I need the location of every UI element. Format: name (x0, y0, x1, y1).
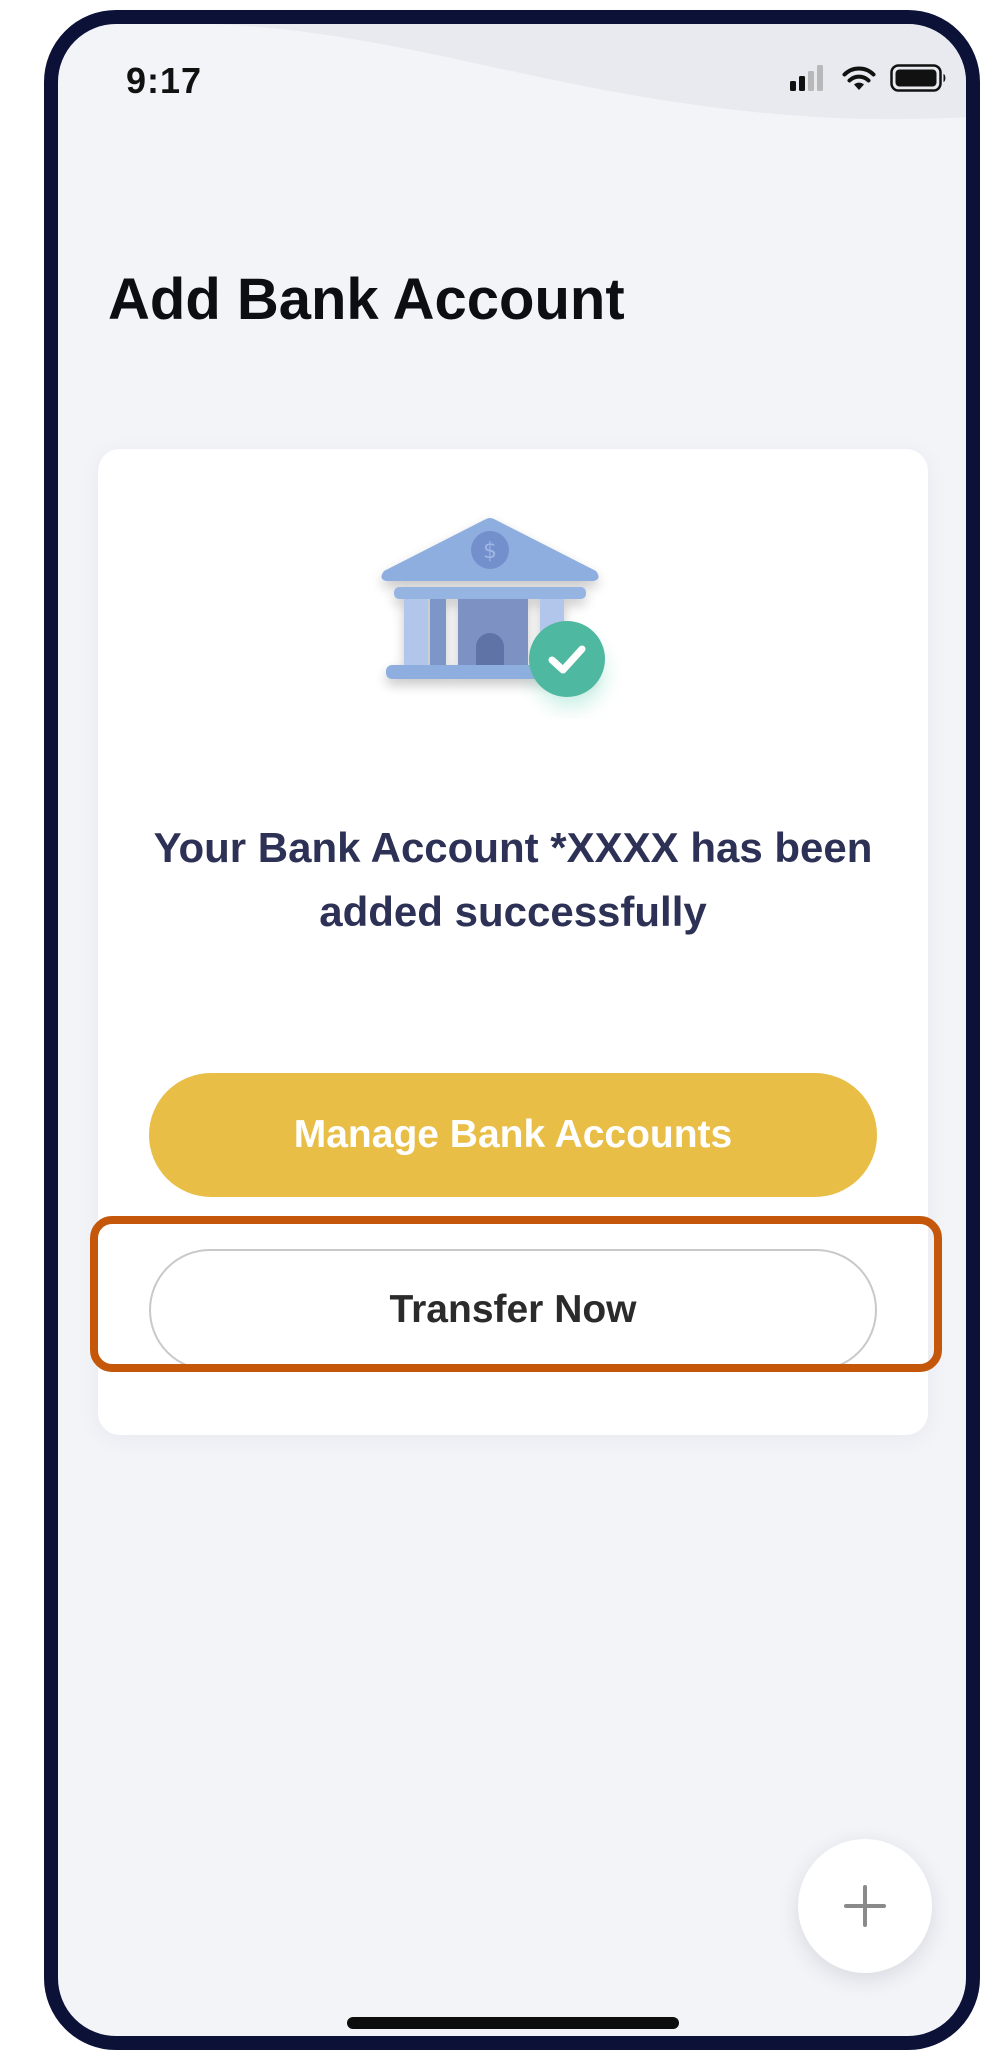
status-time: 9:17 (126, 60, 203, 101)
bank-with-checkmark-icon: $ (381, 518, 605, 707)
success-card: $ Your Bank Account *XXXX has been added… (98, 449, 928, 1435)
home-indicator (347, 2017, 679, 2029)
add-floating-button[interactable] (798, 1839, 932, 1973)
phone-frame: 9:17 Add Bank Account $ Your Bank Accoun… (44, 10, 980, 2050)
transfer-now-button[interactable]: Transfer Now (149, 1249, 877, 1371)
battery-icon (890, 64, 946, 92)
manage-bank-accounts-button[interactable]: Manage Bank Accounts (149, 1073, 877, 1197)
plus-icon (844, 1885, 886, 1927)
svg-text:$: $ (483, 539, 497, 564)
wifi-icon (842, 66, 876, 90)
page-title: Add Bank Account (108, 267, 625, 332)
cellular-signal-icon (790, 65, 823, 91)
status-bar: 9:17 (58, 24, 966, 134)
success-message: Your Bank Account *XXXX has been added s… (153, 824, 873, 935)
status-icons (790, 64, 948, 92)
